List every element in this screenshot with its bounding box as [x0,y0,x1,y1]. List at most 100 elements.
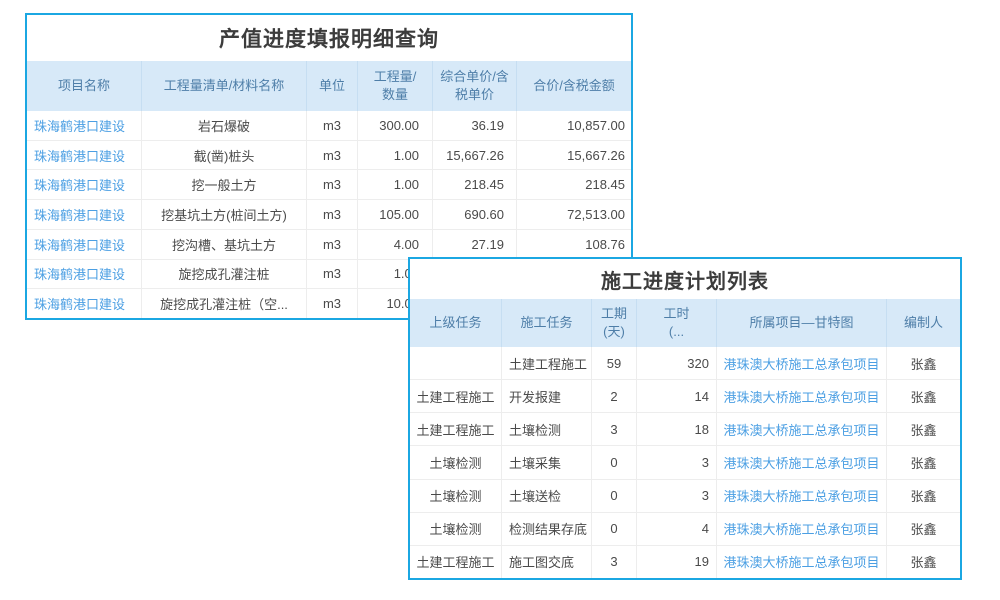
construction-schedule-plan-panel: 施工进度计划列表 上级任务 施工任务 工期 (天) 工时 (... 所属项目—甘… [408,257,962,580]
duration-cell: 0 [592,513,637,545]
page: 产值进度填报明细查询 项目名称 工程量清单/材料名称 单位 工程量/ 数量 综合… [0,0,1000,600]
parent-task-cell: 土壤检测 [410,513,502,545]
task-cell: 土壤送检 [502,480,592,512]
unit-cell: m3 [307,200,358,229]
parent-task-cell: 土建工程施工 [410,380,502,412]
parent-task-cell: 土建工程施工 [410,413,502,445]
parent-task-cell [410,347,502,379]
hours-cell: 18 [637,413,717,445]
unit-cell: m3 [307,111,358,140]
table-row: 土建工程施工 开发报建 2 14 港珠澳大桥施工总承包项目 张鑫 [410,380,960,413]
unit-cell: m3 [307,260,358,289]
total-amount-cell: 108.76 [517,230,631,259]
duration-cell: 3 [592,413,637,445]
unit-price-cell: 218.45 [433,170,517,199]
project-name-link[interactable]: 珠海鹤港口建设 [27,200,142,229]
table-row: 土建工程施工 施工图交底 3 19 港珠澳大桥施工总承包项目 张鑫 [410,546,960,578]
parent-task-cell: 土壤检测 [410,480,502,512]
panel1-header-row: 项目名称 工程量清单/材料名称 单位 工程量/ 数量 综合单价/含 税单价 合价… [27,61,631,111]
duration-cell: 0 [592,480,637,512]
column-header-unit-price: 综合单价/含 税单价 [433,61,517,111]
author-cell: 张鑫 [887,480,960,512]
column-header-construction-task: 施工任务 [502,299,592,347]
author-cell: 张鑫 [887,546,960,578]
hours-cell: 3 [637,480,717,512]
author-cell: 张鑫 [887,413,960,445]
unit-cell: m3 [307,170,358,199]
total-amount-cell: 10,857.00 [517,111,631,140]
project-gantt-link[interactable]: 港珠澳大桥施工总承包项目 [717,546,887,578]
column-header-material-name: 工程量清单/材料名称 [142,61,307,111]
material-name-cell: 挖基坑土方(桩间土方) [142,200,307,229]
project-name-link[interactable]: 珠海鹤港口建设 [27,170,142,199]
column-header-total-amount: 合价/含税金额 [517,61,631,111]
material-name-cell: 旋挖成孔灌注桩 [142,260,307,289]
unit-cell: m3 [307,141,358,170]
hours-cell: 4 [637,513,717,545]
quantity-cell: 1.00 [358,170,433,199]
unit-price-cell: 36.19 [433,111,517,140]
parent-task-cell: 土建工程施工 [410,546,502,578]
table-row: 珠海鹤港口建设 挖一般土方 m3 1.00 218.45 218.45 [27,170,631,200]
table-row: 土壤检测 检测结果存底 0 4 港珠澳大桥施工总承包项目 张鑫 [410,513,960,546]
task-cell: 开发报建 [502,380,592,412]
column-header-project-name: 项目名称 [27,61,142,111]
table-row: 土壤检测 土壤采集 0 3 港珠澳大桥施工总承包项目 张鑫 [410,446,960,479]
unit-cell: m3 [307,289,358,318]
project-gantt-link[interactable]: 港珠澳大桥施工总承包项目 [717,513,887,545]
author-cell: 张鑫 [887,513,960,545]
author-cell: 张鑫 [887,380,960,412]
duration-cell: 3 [592,546,637,578]
material-name-cell: 截(凿)桩头 [142,141,307,170]
column-header-quantity: 工程量/ 数量 [358,61,433,111]
task-cell: 土建工程施工 [502,347,592,379]
table-row: 珠海鹤港口建设 岩石爆破 m3 300.00 36.19 10,857.00 [27,111,631,141]
quantity-cell: 1.00 [358,141,433,170]
author-cell: 张鑫 [887,347,960,379]
column-header-parent-task: 上级任务 [410,299,502,347]
project-name-link[interactable]: 珠海鹤港口建设 [27,230,142,259]
hours-cell: 320 [637,347,717,379]
unit-price-cell: 27.19 [433,230,517,259]
table-row: 珠海鹤港口建设 挖基坑土方(桩间土方) m3 105.00 690.60 72,… [27,200,631,230]
duration-cell: 59 [592,347,637,379]
project-gantt-link[interactable]: 港珠澳大桥施工总承包项目 [717,480,887,512]
material-name-cell: 挖沟槽、基坑土方 [142,230,307,259]
total-amount-cell: 218.45 [517,170,631,199]
hours-cell: 19 [637,546,717,578]
total-amount-cell: 72,513.00 [517,200,631,229]
quantity-cell: 300.00 [358,111,433,140]
material-name-cell: 旋挖成孔灌注桩（空... [142,289,307,318]
material-name-cell: 挖一般土方 [142,170,307,199]
duration-cell: 0 [592,446,637,478]
project-name-link[interactable]: 珠海鹤港口建设 [27,289,142,318]
task-cell: 土壤检测 [502,413,592,445]
task-cell: 土壤采集 [502,446,592,478]
task-cell: 施工图交底 [502,546,592,578]
project-gantt-link[interactable]: 港珠澳大桥施工总承包项目 [717,347,887,379]
task-cell: 检测结果存底 [502,513,592,545]
panel2-table-body: 土建工程施工 59 320 港珠澳大桥施工总承包项目 张鑫 土建工程施工 开发报… [410,347,960,578]
total-amount-cell: 15,667.26 [517,141,631,170]
column-header-author: 编制人 [887,299,960,347]
project-name-link[interactable]: 珠海鹤港口建设 [27,260,142,289]
table-row: 土建工程施工 土壤检测 3 18 港珠澳大桥施工总承包项目 张鑫 [410,413,960,446]
project-gantt-link[interactable]: 港珠澳大桥施工总承包项目 [717,380,887,412]
panel2-title: 施工进度计划列表 [410,259,960,299]
duration-cell: 2 [592,380,637,412]
unit-price-cell: 15,667.26 [433,141,517,170]
material-name-cell: 岩石爆破 [142,111,307,140]
column-header-project-gantt: 所属项目—甘特图 [717,299,887,347]
panel1-title: 产值进度填报明细查询 [27,15,631,61]
panel2-header-row: 上级任务 施工任务 工期 (天) 工时 (... 所属项目—甘特图 编制人 [410,299,960,347]
project-gantt-link[interactable]: 港珠澳大桥施工总承包项目 [717,446,887,478]
hours-cell: 3 [637,446,717,478]
column-header-work-hours: 工时 (... [637,299,717,347]
column-header-duration-days: 工期 (天) [592,299,637,347]
project-gantt-link[interactable]: 港珠澳大桥施工总承包项目 [717,413,887,445]
project-name-link[interactable]: 珠海鹤港口建设 [27,141,142,170]
quantity-cell: 105.00 [358,200,433,229]
unit-price-cell: 690.60 [433,200,517,229]
author-cell: 张鑫 [887,446,960,478]
project-name-link[interactable]: 珠海鹤港口建设 [27,111,142,140]
